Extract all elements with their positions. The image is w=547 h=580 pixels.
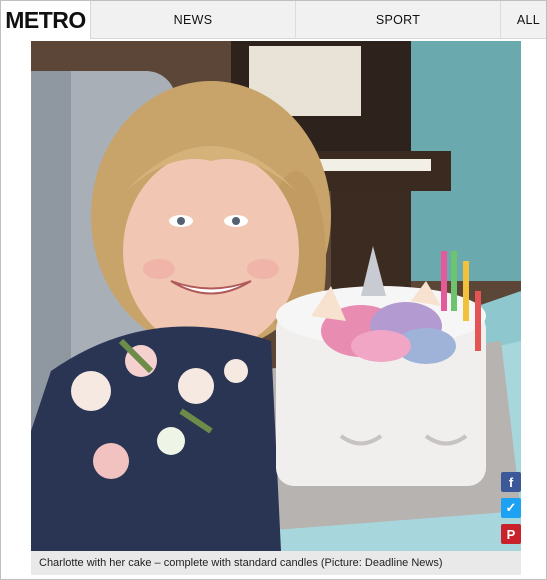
top-nav: METRO NEWS SPORT ALL — [1, 1, 546, 39]
nav-item-news[interactable]: NEWS — [91, 1, 296, 38]
article-photo — [31, 41, 521, 551]
pinterest-icon: P — [506, 526, 516, 542]
facebook-share-button[interactable]: f — [501, 472, 521, 492]
twitter-icon: ✓ — [505, 500, 517, 515]
twitter-share-button[interactable]: ✓ — [501, 498, 521, 518]
metro-logo[interactable]: METRO — [1, 1, 91, 39]
nav-item-sport[interactable]: SPORT — [296, 1, 501, 38]
nav-item-all[interactable]: ALL — [501, 1, 546, 38]
facebook-icon: f — [508, 474, 514, 490]
photo-caption: Charlotte with her cake – complete with … — [31, 551, 521, 575]
share-bar: f ✓ P — [501, 472, 523, 544]
pinterest-share-button[interactable]: P — [501, 524, 521, 544]
